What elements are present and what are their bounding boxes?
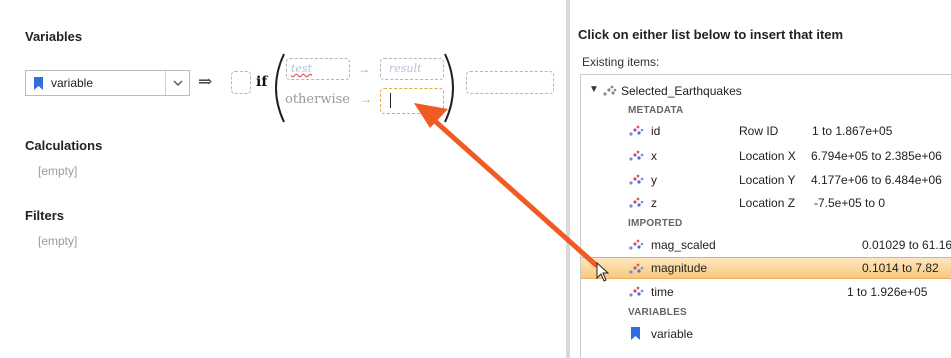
item-name: time — [651, 285, 674, 299]
insert-panel-title: Click on either list below to insert tha… — [578, 27, 844, 42]
dataset-name: Selected_Earthquakes — [621, 84, 742, 98]
tree-item-x[interactable]: x Location X 6.794e+05 to 2.385e+06 — [581, 145, 951, 167]
test-placeholder: test — [291, 62, 312, 75]
item-range: 4.177e+06 to 6.484e+06 — [811, 173, 942, 187]
item-range: 0.01029 to 61.16 — [862, 238, 951, 252]
existing-items-tree[interactable]: ▼ Selected_Earthquakes METADATA id Row I… — [580, 74, 951, 358]
result-placeholder: result — [389, 62, 422, 75]
item-range: 6.794e+05 to 2.385e+06 — [811, 149, 942, 163]
item-name: variable — [651, 327, 694, 341]
item-range: 0.1014 to 7.82 — [862, 261, 939, 275]
item-range: 1 to 1.926e+05 — [847, 285, 928, 299]
right-paren-icon — [444, 53, 454, 123]
implies-symbol: ⇒ — [198, 72, 213, 92]
item-desc: Row ID — [739, 124, 779, 138]
expression-editor-panel: Variables variable ⇒ if test → result ot… — [0, 0, 566, 358]
group-metadata: METADATA — [581, 102, 951, 119]
existing-items-label: Existing items: — [582, 55, 660, 69]
left-operand-slot[interactable] — [231, 71, 251, 94]
group-imported: IMPORTED — [581, 215, 951, 232]
item-name: z — [651, 196, 657, 210]
then-arrow: → — [358, 62, 370, 76]
point-cloud-icon — [629, 125, 644, 136]
group-label: VARIABLES — [628, 307, 687, 318]
text-cursor — [390, 93, 391, 108]
item-desc: Location Z — [739, 196, 796, 210]
point-cloud-icon — [629, 174, 644, 185]
variable-select[interactable]: variable — [25, 70, 190, 96]
test-slot[interactable]: test — [286, 58, 350, 80]
tree-item-variable[interactable]: variable — [581, 323, 951, 345]
tree-item-time[interactable]: time 1 to 1.926e+05 — [581, 281, 951, 303]
variables-title: Variables — [25, 29, 83, 44]
group-variables: VARIABLES — [581, 304, 951, 321]
item-desc: Location Y — [739, 173, 796, 187]
insert-items-panel: Click on either list below to insert tha… — [570, 0, 951, 358]
group-label: METADATA — [628, 105, 684, 116]
filters-empty: [empty] — [38, 234, 78, 248]
item-range: -7.5e+05 to 0 — [814, 196, 886, 210]
filters-title: Filters — [25, 208, 65, 223]
bookmark-icon — [34, 76, 43, 90]
item-name: id — [651, 124, 661, 138]
variable-select-value: variable — [51, 76, 94, 90]
otherwise-arrow: → — [360, 92, 372, 106]
point-cloud-icon — [629, 286, 644, 297]
item-name: mag_scaled — [651, 238, 716, 252]
calculations-title: Calculations — [25, 138, 103, 153]
bookmark-icon — [631, 327, 640, 340]
item-name: y — [651, 173, 657, 187]
point-cloud-icon — [629, 197, 644, 208]
point-cloud-icon — [629, 150, 644, 161]
tree-item-mag-scaled[interactable]: mag_scaled 0.01029 to 61.16 — [581, 234, 951, 256]
tree-root-row[interactable]: ▼ Selected_Earthquakes — [581, 80, 951, 102]
right-operand-slot[interactable] — [466, 71, 554, 94]
dropdown-button[interactable] — [165, 71, 189, 95]
item-name: magnitude — [651, 261, 708, 275]
left-paren-icon — [275, 53, 285, 123]
tree-item-magnitude[interactable]: magnitude 0.1014 to 7.82 — [581, 257, 951, 279]
chevron-down-icon — [173, 80, 182, 86]
mouse-pointer-icon — [596, 262, 610, 282]
item-name: x — [651, 149, 657, 163]
item-range: 1 to 1.867e+05 — [812, 124, 893, 138]
group-label: IMPORTED — [628, 218, 683, 229]
triangle-down-icon: ▼ — [589, 84, 599, 95]
point-cloud-icon — [629, 263, 644, 274]
point-cloud-icon — [603, 85, 617, 96]
calculations-empty: [empty] — [38, 164, 78, 178]
tree-item-y[interactable]: y Location Y 4.177e+06 to 6.484e+06 — [581, 169, 951, 191]
tree-item-z[interactable]: z Location Z -7.5e+05 to 0 — [581, 192, 951, 214]
result-slot[interactable]: result — [380, 58, 444, 80]
otherwise-label: otherwise — [285, 92, 350, 107]
tree-item-id[interactable]: id Row ID 1 to 1.867e+05 — [581, 120, 951, 142]
item-desc: Location X — [739, 149, 796, 163]
point-cloud-icon — [629, 239, 644, 250]
